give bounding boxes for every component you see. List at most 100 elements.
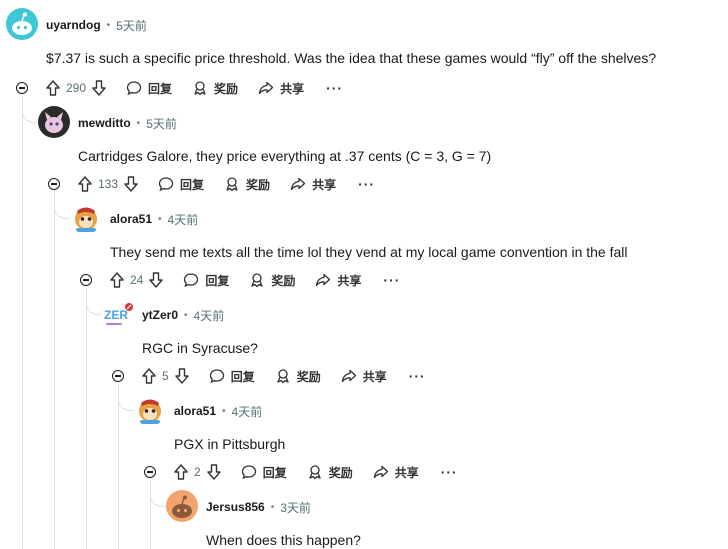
separator-dot: • [270, 501, 275, 513]
comment-actions: 133 回复 奖励 共享 ··· [48, 174, 375, 194]
reply-button[interactable]: 回复 [126, 80, 172, 97]
award-label: 奖励 [246, 177, 271, 192]
thread-branch [86, 288, 103, 315]
vote-count: 5 [162, 369, 169, 383]
share-icon [258, 81, 274, 95]
collapse-button[interactable] [48, 178, 60, 190]
share-button[interactable]: 共享 [258, 80, 304, 97]
downvote-icon[interactable] [149, 272, 164, 288]
reply-button[interactable]: 回复 [241, 464, 287, 481]
share-label: 共享 [312, 177, 337, 192]
share-button[interactable]: 共享 [290, 176, 336, 193]
share-label: 共享 [280, 81, 305, 96]
chat-bubble-icon [126, 81, 142, 96]
downvote-icon[interactable] [92, 80, 106, 96]
more-options-button[interactable]: ··· [358, 176, 375, 192]
username[interactable]: mewditto [78, 116, 131, 130]
reply-label: 回复 [148, 81, 173, 96]
award-button[interactable]: 奖励 [224, 176, 270, 193]
more-options-button[interactable]: ··· [326, 80, 343, 96]
upvote-icon[interactable] [78, 176, 92, 192]
timestamp[interactable]: 4天前 [232, 403, 263, 420]
chat-bubble-icon [158, 177, 174, 192]
downvote-icon[interactable] [174, 368, 189, 384]
award-icon [309, 465, 321, 480]
share-icon [341, 369, 356, 383]
share-icon [290, 177, 306, 191]
vote-group: 2 [174, 464, 221, 480]
chat-bubble-icon [209, 369, 224, 384]
user-avatar-icon [45, 112, 63, 133]
share-button[interactable]: 共享 [341, 368, 387, 385]
reply-button[interactable]: 回复 [183, 272, 229, 289]
vote-count: 290 [66, 81, 87, 95]
collapse-button[interactable] [80, 274, 92, 286]
avatar[interactable] [6, 8, 38, 40]
timestamp[interactable]: 3天前 [280, 499, 311, 516]
share-label: 共享 [362, 369, 387, 384]
chat-bubble-icon [184, 273, 199, 288]
award-label: 奖励 [328, 465, 353, 480]
username[interactable]: Jersus856 [206, 500, 265, 514]
vote-group: 24 [110, 272, 164, 288]
reply-button[interactable]: 回复 [209, 368, 255, 385]
award-button[interactable]: 奖励 [307, 464, 353, 481]
thread-branch [54, 190, 71, 219]
snoo-avatar-icon [12, 12, 32, 35]
thread-line [54, 190, 55, 549]
separator-dot: • [184, 309, 188, 321]
more-options-button[interactable]: ··· [409, 368, 426, 384]
collapse-button[interactable] [144, 466, 156, 478]
timestamp[interactable]: 4天前 [168, 211, 199, 228]
share-icon [373, 465, 388, 479]
upvote-icon[interactable] [110, 272, 124, 288]
reply-button[interactable]: 回复 [158, 176, 204, 193]
comment-actions: 290 回复 奖励 共享 ··· [16, 78, 343, 98]
more-options-button[interactable]: ··· [383, 272, 400, 288]
separator-dot: • [158, 213, 162, 225]
vote-group: 5 [142, 368, 189, 384]
comment-body: $7.37 is such a specific price threshold… [46, 50, 657, 66]
award-button[interactable]: 奖励 [275, 368, 321, 385]
avatar[interactable] [70, 202, 102, 234]
award-label: 奖励 [271, 273, 296, 288]
avatar[interactable] [166, 490, 198, 522]
collapse-button[interactable] [112, 370, 124, 382]
thread-line [118, 384, 119, 549]
vote-count: 133 [98, 177, 119, 191]
award-button[interactable]: 奖励 [192, 80, 238, 97]
more-options-button[interactable]: ··· [441, 464, 458, 480]
share-button[interactable]: 共享 [373, 464, 419, 481]
comment-actions: 2 回复 奖励 共享 ··· [144, 462, 458, 482]
share-button[interactable]: 共享 [315, 272, 361, 289]
upvote-icon[interactable] [142, 368, 156, 384]
timestamp[interactable]: 5天前 [116, 17, 147, 34]
username[interactable]: alora51 [110, 212, 152, 226]
award-icon [277, 369, 289, 384]
comment-body: When does this happen? [206, 532, 361, 548]
downvote-icon[interactable] [206, 464, 221, 480]
comment-body: Cartridges Galore, they price everything… [78, 148, 492, 164]
separator-dot: • [136, 117, 141, 129]
timestamp[interactable]: 4天前 [194, 307, 225, 324]
collapse-button[interactable] [16, 82, 28, 94]
upvote-icon[interactable] [174, 464, 188, 480]
username[interactable]: uyarndog [46, 18, 101, 32]
ytzero-logo: ZER [104, 308, 128, 322]
award-label: 奖励 [214, 81, 239, 96]
avatar[interactable]: ZER [102, 298, 134, 330]
timestamp[interactable]: 5天前 [146, 115, 177, 132]
username[interactable]: alora51 [174, 404, 216, 418]
avatar[interactable] [38, 106, 70, 138]
vote-group: 133 [78, 176, 138, 192]
reply-label: 回复 [230, 369, 255, 384]
downvote-icon[interactable] [124, 176, 138, 192]
award-button[interactable]: 奖励 [249, 272, 295, 289]
avatar[interactable] [134, 394, 166, 426]
thread-line [86, 288, 87, 549]
username[interactable]: ytZer0 [142, 308, 178, 322]
reply-label: 回复 [205, 273, 230, 288]
award-icon [251, 273, 264, 288]
comment-actions: 5 回复 奖励 共享 ··· [112, 366, 426, 386]
upvote-icon[interactable] [46, 80, 60, 96]
